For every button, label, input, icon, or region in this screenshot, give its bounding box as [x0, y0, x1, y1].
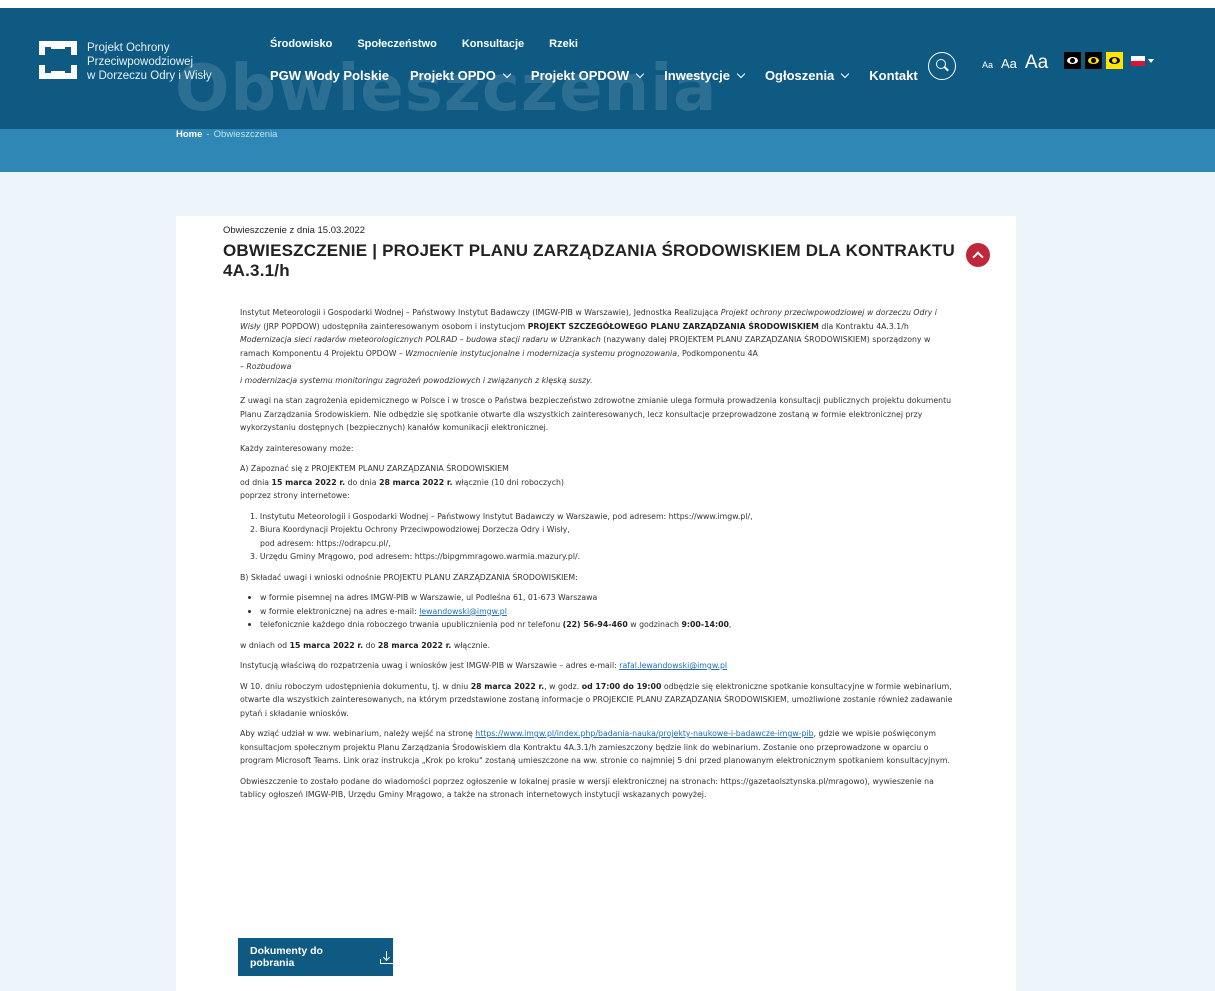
webinar-paragraph: W 10. dniu roboczym udostępnienia dokume… [240, 681, 953, 718]
article-body: Instytut Meteorologii i Gospodarki Wodne… [240, 306, 960, 809]
email-link[interactable]: lewandowski@imgw.pl [419, 607, 507, 616]
breadcrumb-current: Obwieszczenia [213, 129, 278, 140]
language-selector[interactable] [1131, 56, 1154, 66]
site-logo[interactable]: Projekt Ochrony Przeciwpowodziowej w Dor… [39, 41, 212, 83]
chevron-up-icon [972, 251, 984, 263]
nav-konsultacje[interactable]: Konsultacje [462, 38, 524, 50]
email-link[interactable]: rafal.lewandowski@imgw.pl [619, 661, 727, 670]
font-size-medium-button[interactable]: Aa [1001, 56, 1017, 71]
publication-paragraph: Obwieszczenie to zostało podane do wiado… [240, 776, 934, 800]
epidemic-paragraph: Z uwagi na stan zagrożenia epidemicznego… [240, 396, 952, 432]
breadcrumb: Home - Obwieszczenia [176, 129, 277, 140]
site-header: Obwieszczenia Projekt Ochrony Przeciwpow… [0, 0, 1215, 129]
font-size-small-button[interactable]: Aa [982, 60, 993, 70]
chevron-down-icon [635, 69, 645, 78]
list-item: 1. Instytutu Meteorologii i Gospodarki W… [250, 511, 753, 521]
contrast-default-button[interactable] [1064, 52, 1081, 69]
caret-down-icon [1148, 59, 1154, 63]
intro-paragraph: Instytut Meteorologii i Gospodarki Wodne… [240, 308, 937, 385]
nav-projekt-opdow[interactable]: Projekt OPDOW [531, 68, 645, 83]
secondary-nav: Środowisko Społeczeństwo Konsultacje Rze… [270, 38, 578, 50]
main-nav: PGW Wody Polskie Projekt OPDO Projekt OP… [270, 68, 918, 83]
list-item: w formie pisemnej na adres IMGW-PIB w Wa… [248, 591, 960, 605]
download-documents-button[interactable]: Dokumenty do pobrania [238, 938, 394, 976]
submission-methods-list: w formie pisemnej na adres IMGW-PIB w Wa… [248, 591, 960, 632]
websites-list: 1. Instytutu Meteorologii i Gospodarki W… [250, 510, 960, 564]
top-strip [0, 0, 1215, 8]
nav-srodowisko[interactable]: Środowisko [270, 38, 332, 50]
chevron-down-icon [736, 69, 746, 78]
list-item: 3. Urzędu Gminy Mrągowo, pod adresem: ht… [250, 552, 581, 561]
nav-ogloszenia[interactable]: Ogłoszenia [765, 68, 850, 83]
section-b: B) Składać uwagi i wnioski odnośnie PROJ… [240, 572, 578, 582]
section-a: A) Zapoznać się z PROJEKTEM PLANU ZARZĄD… [240, 464, 564, 500]
contrast-black-yellow-button[interactable] [1085, 52, 1102, 69]
article-date: Obwieszczenie z dnia 15.03.2022 [223, 225, 366, 236]
nav-rzeki[interactable]: Rzeki [549, 38, 578, 50]
list-item: pod adresem: https://odrapcu.pl/, [260, 538, 391, 548]
article-title: OBWIESZCZENIE | PROJEKT PLANU ZARZĄDZANI… [223, 241, 956, 280]
font-size-controls: Aa Aa Aa [982, 52, 1048, 74]
breadcrumb-home[interactable]: Home [176, 129, 202, 140]
everyone-paragraph: Każdy zainteresowany może: [240, 443, 354, 453]
chevron-down-icon [502, 69, 512, 78]
nav-projekt-opdo[interactable]: Projekt OPDO [410, 68, 512, 83]
contrast-controls [1064, 52, 1123, 69]
breadcrumb-separator: - [206, 129, 210, 140]
polish-flag-icon [1131, 56, 1145, 66]
nav-pgw-wody-polskie[interactable]: PGW Wody Polskie [270, 68, 389, 83]
institution-paragraph: Instytucją właściwą do rozpatrzenia uwag… [240, 661, 728, 670]
search-button[interactable] [928, 52, 956, 80]
logo-text: Projekt Ochrony Przeciwpowodziowej w Dor… [87, 42, 212, 82]
chevron-down-icon [841, 69, 850, 78]
list-item: 2. Biura Koordynacji Projektu Ochrony Pr… [250, 525, 570, 534]
nav-inwestycje[interactable]: Inwestycje [664, 68, 746, 83]
list-item: telefonicznie każdego dnia roboczego trw… [248, 618, 960, 632]
join-paragraph: Aby wziąć udział w ww. webinarium, należ… [240, 729, 950, 765]
collapse-button[interactable] [966, 243, 990, 267]
logo-icon [39, 41, 77, 79]
font-size-large-button[interactable]: Aa [1025, 52, 1048, 74]
page-background-title: Obwieszczenia [175, 52, 718, 126]
webinar-link[interactable]: https://www.imgw.pl/index.php/badania-na… [475, 729, 813, 738]
nav-spoleczenstwo[interactable]: Społeczeństwo [357, 38, 436, 50]
list-item: w formie elektronicznej na adres e-mail:… [248, 605, 960, 619]
dates-paragraph: w dniach od 15 marca 2022 r. do 28 marca… [240, 640, 490, 650]
nav-kontakt[interactable]: Kontakt [869, 68, 917, 83]
contrast-yellow-black-button[interactable] [1106, 52, 1123, 69]
download-icon [379, 950, 394, 964]
